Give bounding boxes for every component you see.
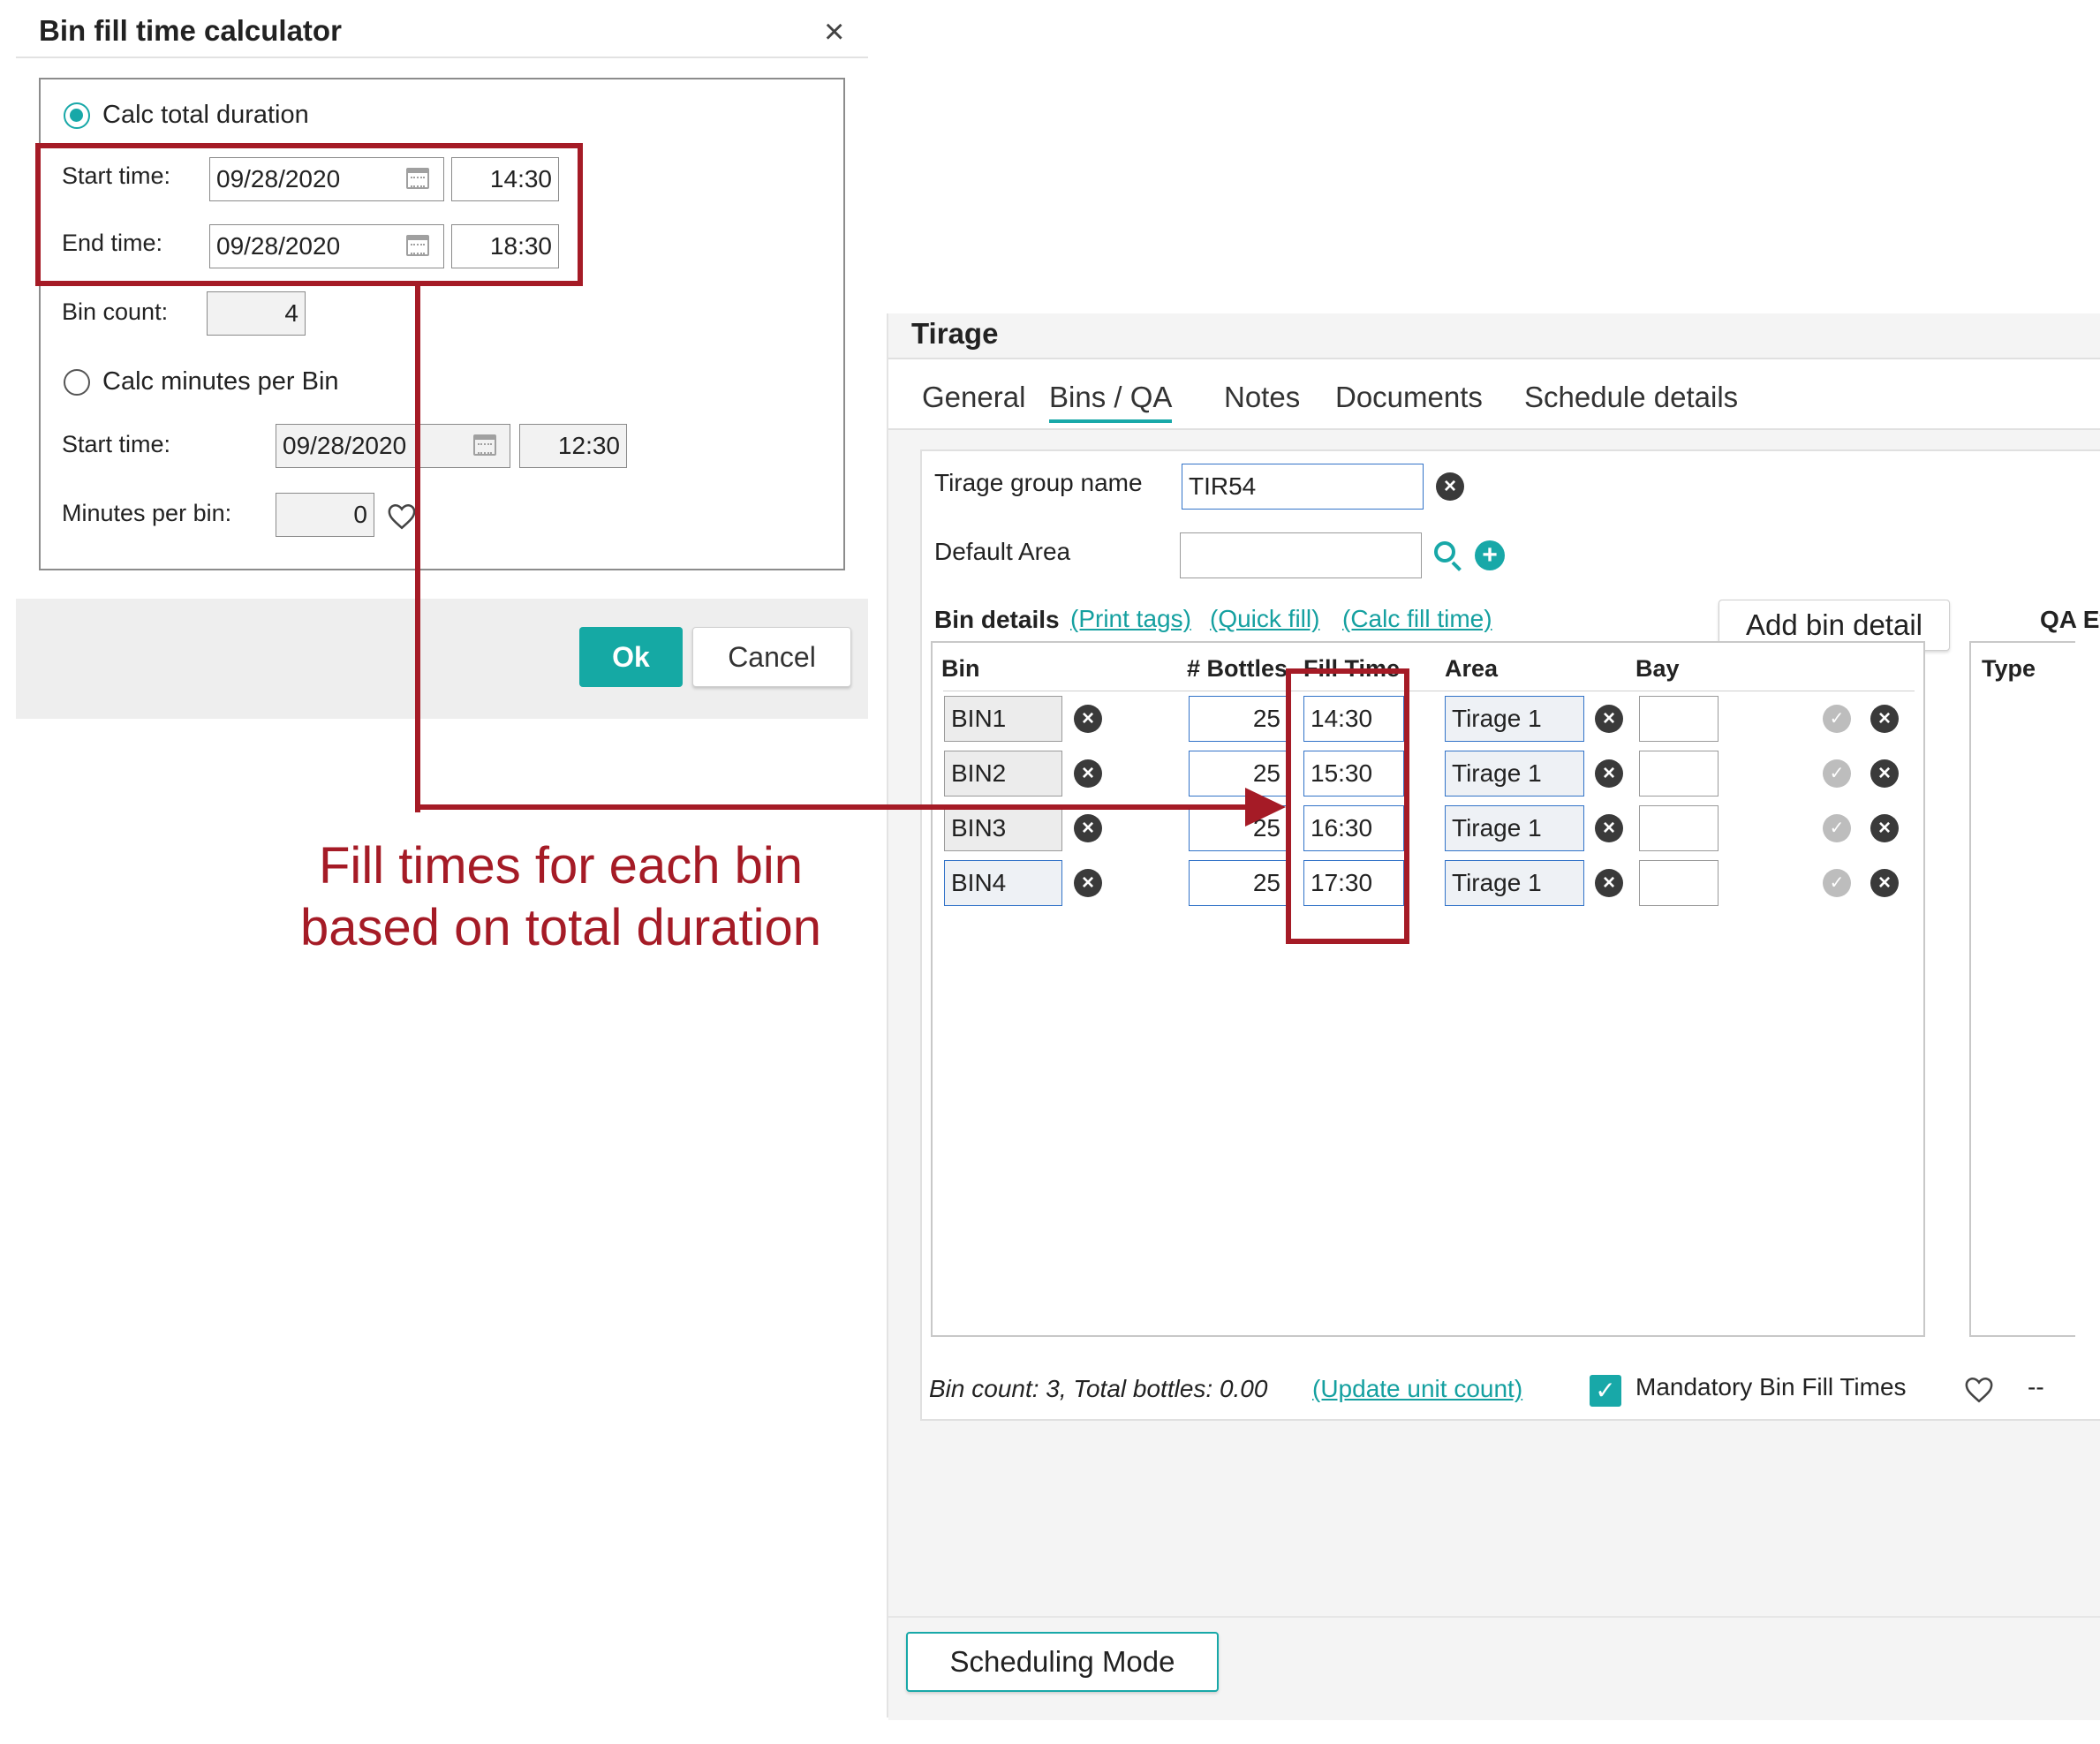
area-input[interactable]: Tirage 1 [1445,696,1584,742]
default-area-input[interactable] [1180,532,1422,578]
bay-input[interactable] [1639,751,1719,797]
check-icon[interactable]: ✓ [1823,869,1851,897]
delete-row-icon[interactable]: × [1870,759,1899,788]
bottles-input[interactable]: 25 [1189,696,1288,742]
ok-button[interactable]: Ok [579,627,683,687]
calc-minutes-per-bin-radio[interactable] [64,369,90,396]
bin-summary-text: Bin count: 3, Total bottles: 0.00 [929,1375,1268,1402]
clear-icon[interactable]: × [1074,705,1102,733]
check-icon[interactable]: ✓ [1823,705,1851,733]
annotation-highlight-total-duration [35,143,583,286]
scheduling-mode-button[interactable]: Scheduling Mode [906,1632,1219,1692]
annotation-connector-horizontal [415,804,1250,810]
bay-input[interactable] [1639,805,1719,851]
add-icon[interactable]: + [1475,540,1505,570]
check-icon[interactable]: ✓ [1823,814,1851,842]
annotation-caption-line-2: based on total duration [299,899,822,956]
clear-icon[interactable]: × [1074,814,1102,842]
checkbox-icon[interactable]: ✓ [1590,1375,1621,1407]
minutes-per-bin-field[interactable]: 0 [276,493,374,537]
tirage-group-name-label: Tirage group name [934,469,1143,496]
tab-notes[interactable]: Notes [1224,381,1300,414]
update-unit-count-link[interactable]: (Update unit count) [1312,1375,1522,1403]
annotation-caption: Fill times for each bin based on total d… [212,835,910,959]
delete-row-icon[interactable]: × [1870,869,1899,897]
cancel-button[interactable]: Cancel [692,627,851,687]
annotation-caption-line-1: Fill times for each bin [319,837,803,895]
tab-bins-qa[interactable]: Bins / QA [1049,381,1173,423]
clear-icon[interactable]: × [1595,814,1623,842]
start-time-field[interactable]: 12:30 [519,424,627,468]
bin-name-input[interactable]: BIN4 [944,860,1062,906]
clear-icon[interactable]: × [1595,759,1623,788]
bay-input[interactable] [1639,696,1719,742]
clear-icon[interactable]: × [1595,869,1623,897]
tab-bar: General Bins / QA Notes Documents Schedu… [888,359,2100,430]
delete-row-icon[interactable]: × [1870,705,1899,733]
mandatory-bin-fill-times-label: Mandatory Bin Fill Times [1635,1373,1907,1400]
column-header-bay: Bay [1635,655,1680,682]
bins-qa-content: Tirage group name TIR54 × Default Area +… [920,449,2100,1421]
calc-fill-time-link[interactable]: (Calc fill time) [1342,605,1492,633]
check-icon[interactable]: ✓ [1823,759,1851,788]
start-time-label: Start time: [62,431,171,457]
bin-name-input[interactable]: BIN3 [944,805,1062,851]
close-icon[interactable]: × [824,14,844,49]
tab-general[interactable]: General [922,381,1025,414]
bin-count-field[interactable]: 4 [207,291,306,336]
print-tags-link[interactable]: (Print tags) [1070,605,1191,633]
annotation-highlight-fill-time [1286,668,1409,944]
tirage-panel: Tirage General Bins / QA Notes Documents… [887,313,2100,1720]
bin-name-input[interactable]: BIN2 [944,751,1062,797]
dialog-titlebar: Bin fill time calculator × [16,7,868,58]
calc-total-duration-radio[interactable] [64,102,90,129]
tirage-group-name-input[interactable]: TIR54 [1182,464,1424,510]
dialog-title: Bin fill time calculator [39,14,342,47]
delete-row-icon[interactable]: × [1870,814,1899,842]
clear-icon[interactable]: × [1595,705,1623,733]
calc-minutes-per-bin-label: Calc minutes per Bin [102,367,339,396]
column-header-type: Type [1982,655,2036,682]
calc-total-duration-label: Calc total duration [102,101,309,129]
qa-events-label: QA Ev [2040,606,2100,633]
clear-icon[interactable]: × [1074,759,1102,788]
search-icon[interactable] [1434,541,1455,562]
bin-details-grid: Bin # Bottles Fill Time Area Bay BIN1 × … [931,641,1925,1337]
arrow-head-icon [1245,788,1286,827]
bottles-input[interactable]: 25 [1189,860,1288,906]
clear-icon[interactable]: × [1436,472,1464,501]
column-header-area: Area [1445,655,1499,682]
column-header-bin: Bin [941,655,980,682]
quick-fill-link[interactable]: (Quick fill) [1210,605,1319,633]
tirage-header: Tirage [888,313,2100,359]
bay-input[interactable] [1639,860,1719,906]
clear-icon[interactable]: × [1074,869,1102,897]
column-header-bottles: # Bottles [1187,655,1288,682]
heart-icon[interactable] [387,502,417,532]
tirage-title: Tirage [911,317,999,350]
area-input[interactable]: Tirage 1 [1445,860,1584,906]
area-input[interactable]: Tirage 1 [1445,805,1584,851]
tab-documents[interactable]: Documents [1335,381,1483,414]
bin-count-label: Bin count: [62,298,169,325]
qa-placeholder-dash: -- [2028,1373,2044,1400]
tab-schedule-details[interactable]: Schedule details [1524,381,1738,414]
bin-details-label: Bin details [934,606,1060,633]
qa-events-grid: Type [1969,641,2075,1337]
minutes-per-bin-label: Minutes per bin: [62,500,232,526]
default-area-label: Default Area [934,538,1071,565]
area-input[interactable]: Tirage 1 [1445,751,1584,797]
bin-name-input[interactable]: BIN1 [944,696,1062,742]
annotation-connector-vertical [415,286,420,812]
heart-icon[interactable] [1964,1375,1994,1405]
bin-fill-time-calculator-dialog: Bin fill time calculator × Calc total du… [16,7,868,719]
calendar-icon[interactable] [473,434,496,456]
